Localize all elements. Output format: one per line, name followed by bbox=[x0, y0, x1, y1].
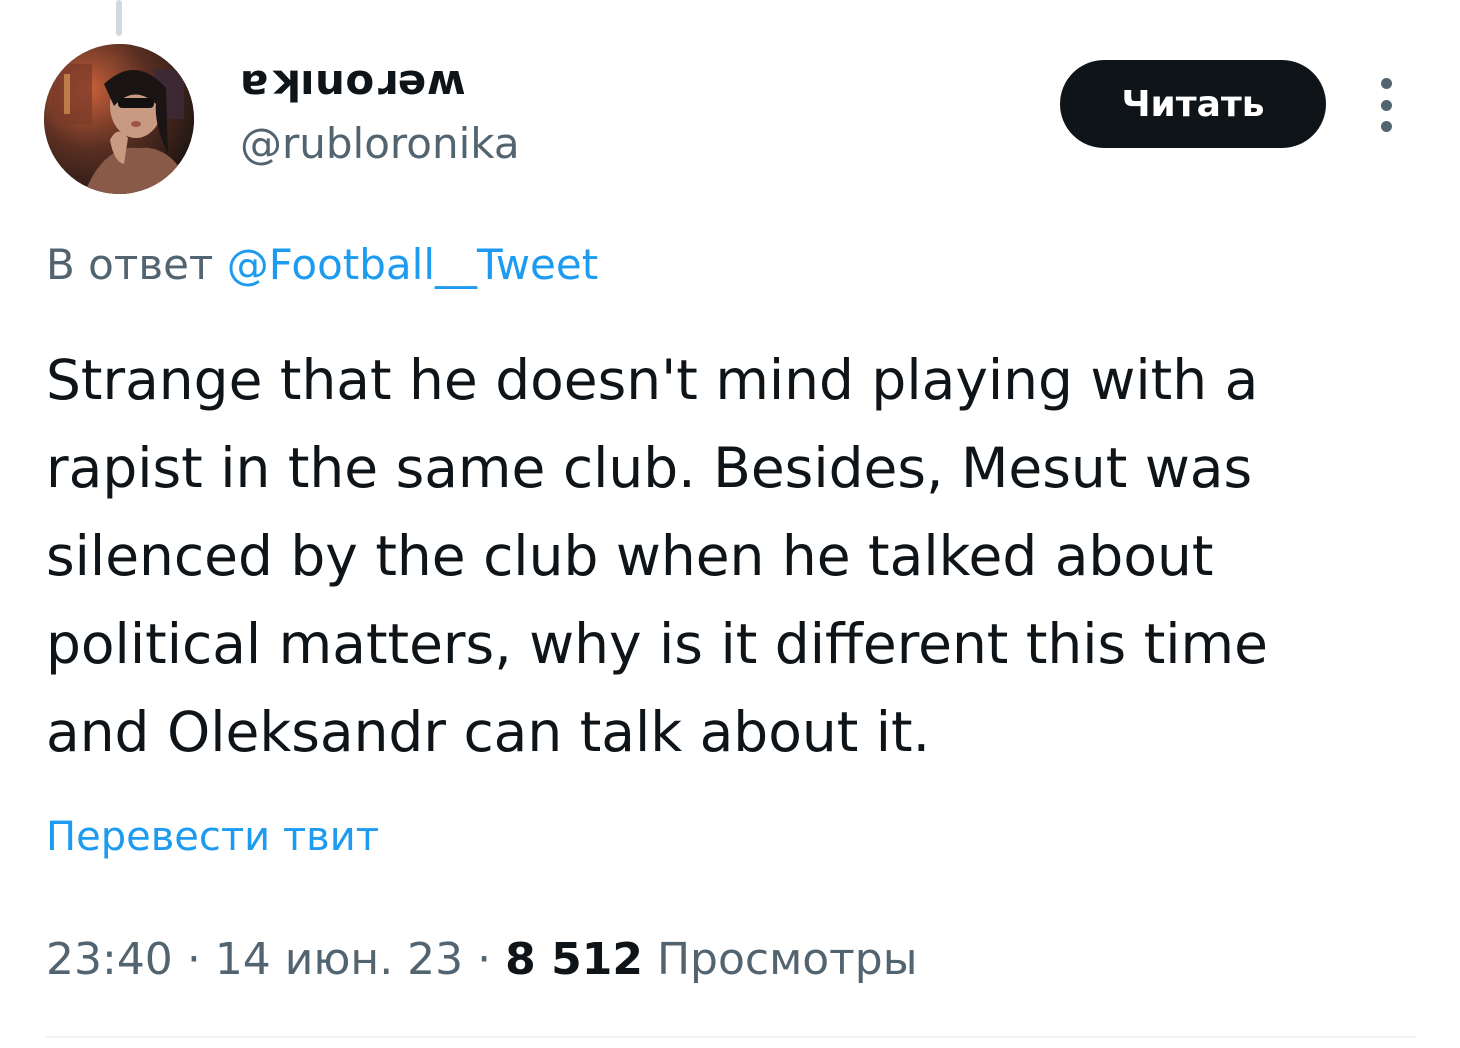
tweet-time[interactable]: 23:40 bbox=[46, 934, 173, 985]
tweet-text-line: and Oleksandr can talk about it. bbox=[46, 700, 931, 764]
tweet-text-line: Strange that he doesn't mind playing wit… bbox=[46, 348, 1259, 412]
follow-button[interactable]: Читать bbox=[1060, 60, 1326, 148]
meta-separator: · bbox=[186, 934, 201, 985]
tweet-meta: 23:40 · 14 июн. 23 · 8 512 Просмотры bbox=[46, 930, 917, 990]
tweet-date[interactable]: 14 июн. 23 bbox=[215, 934, 463, 985]
views-count[interactable]: 8 512 bbox=[505, 934, 643, 985]
more-vertical-icon[interactable] bbox=[1370, 78, 1402, 132]
author-display-name[interactable]: ɐʞıuoɹǝʍ bbox=[240, 54, 466, 106]
translate-tweet-link[interactable]: Перевести твит bbox=[46, 810, 379, 864]
tweet-text-line: silenced by the club when he talked abou… bbox=[46, 524, 1214, 588]
meta-separator: · bbox=[477, 934, 492, 985]
more-dot bbox=[1380, 121, 1392, 132]
reply-prefix: В ответ bbox=[46, 240, 214, 289]
more-dot bbox=[1380, 99, 1392, 111]
more-dot bbox=[1380, 78, 1392, 89]
views-label[interactable]: Просмотры bbox=[657, 934, 918, 985]
tweet-text: Strange that he doesn't mind playing wit… bbox=[46, 336, 1426, 776]
divider bbox=[46, 1036, 1416, 1038]
thread-connector-line bbox=[116, 0, 122, 36]
author-handle[interactable]: @rubloronika bbox=[240, 118, 520, 170]
tweet-text-line: political matters, why is it different t… bbox=[46, 612, 1268, 676]
avatar-image bbox=[44, 44, 194, 194]
tweet-text-line: rapist in the same club. Besides, Mesut … bbox=[46, 436, 1253, 500]
avatar[interactable] bbox=[44, 44, 194, 194]
reply-mention-link[interactable]: @Football__Tweet bbox=[227, 240, 598, 289]
reply-context: В ответ @Football__Tweet bbox=[46, 238, 598, 292]
